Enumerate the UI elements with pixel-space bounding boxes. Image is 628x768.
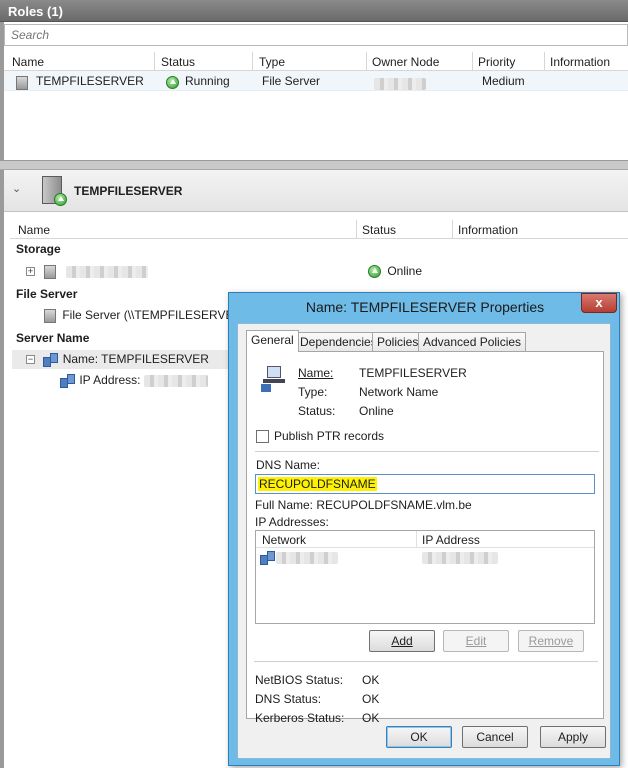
ip-address-redacted (143, 374, 208, 387)
dialog-client-area: General Dependencies Policies Advanced P… (237, 323, 611, 759)
roles-table-header: Name Status Type Owner Node Priority Inf… (4, 52, 628, 71)
roles-search-input[interactable] (5, 25, 627, 45)
tab-dependencies[interactable]: Dependencies (295, 332, 382, 351)
status-label: Status: (298, 404, 336, 418)
storage-status-label: Online (387, 264, 423, 278)
add-button[interactable]: Add (369, 630, 435, 652)
roles-panel-header: Roles (1) (0, 0, 628, 22)
file-server-name: File Server (\\TEMPFILESERVER) (62, 308, 247, 322)
roles-search-box[interactable] (4, 24, 628, 46)
detail-title: TEMPFILESERVER (74, 184, 183, 198)
type-label: Type: (298, 385, 328, 399)
col-type[interactable]: Type (259, 55, 285, 69)
col-information[interactable]: Information (458, 223, 518, 237)
tree-item-storage[interactable]: + (26, 264, 148, 279)
resources-table-header: Name Status Information (10, 220, 628, 239)
name-label: Name: (298, 366, 334, 380)
properties-dialog: Name: TEMPFILESERVER Properties x Genera… (228, 292, 620, 766)
role-status: Running (185, 74, 230, 88)
ip-address-label: IP Address: (79, 373, 141, 387)
detail-header: ⌄ TEMPFILESERVER (4, 170, 628, 212)
tree-item-ip-address[interactable]: IP Address: (60, 373, 208, 389)
network-name-label: Name: TEMPFILESERVER (62, 352, 209, 366)
cancel-button[interactable]: Cancel (462, 726, 528, 748)
roles-table: Name Status Type Owner Node Priority Inf… (4, 52, 628, 91)
online-status-icon (368, 265, 381, 279)
role-name: TEMPFILESERVER (36, 74, 144, 88)
publish-ptr-label[interactable]: Publish PTR records (274, 429, 384, 443)
resources-table: Name Status Information (10, 220, 628, 239)
divider (255, 451, 599, 452)
table-row[interactable]: TEMPFILESERVER Running File Server Mediu… (4, 71, 628, 91)
status-value: Online (359, 404, 394, 418)
dialog-title: Name: TEMPFILESERVER Properties (305, 299, 545, 315)
apply-button[interactable]: Apply (540, 726, 606, 748)
role-priority: Medium (482, 74, 525, 88)
col-name[interactable]: Name (12, 55, 44, 69)
publish-ptr-checkbox[interactable] (256, 430, 269, 443)
tab-general[interactable]: General (246, 330, 299, 352)
tab-policies[interactable]: Policies (372, 332, 424, 351)
disk-icon (44, 264, 57, 279)
tree-item-network-name[interactable]: − Name: TEMPFILESERVER (26, 352, 209, 368)
col-status[interactable]: Status (362, 223, 396, 237)
file-server-icon (44, 308, 56, 323)
ok-button[interactable]: OK (386, 726, 452, 748)
col-owner-node[interactable]: Owner Node (372, 55, 439, 69)
group-storage: Storage (16, 242, 61, 256)
group-file-server: File Server (16, 287, 78, 301)
panel-splitter[interactable] (0, 160, 628, 170)
type-value: Network Name (359, 385, 439, 399)
group-server-name: Server Name (16, 331, 90, 345)
role-type: File Server (262, 74, 321, 88)
col-priority[interactable]: Priority (478, 55, 515, 69)
collapse-icon[interactable]: − (26, 355, 35, 365)
roles-title: Roles (1) (8, 4, 63, 19)
col-status[interactable]: Status (161, 55, 195, 69)
col-information[interactable]: Information (550, 55, 610, 69)
running-status-icon (54, 193, 67, 207)
expand-icon[interactable]: + (26, 267, 35, 277)
name-value: TEMPFILESERVER (359, 366, 467, 380)
close-button[interactable]: x (581, 293, 617, 313)
dns-name-label: DNS Name: (256, 458, 321, 472)
panel-border (0, 170, 4, 768)
storage-name-redacted (65, 265, 148, 278)
col-name[interactable]: Name (18, 223, 50, 237)
network-name-resource-icon (261, 366, 287, 392)
collapse-chevron-icon[interactable]: ⌄ (12, 182, 21, 195)
storage-status: Online (368, 264, 423, 279)
tree-item-file-server[interactable]: File Server (\\TEMPFILESERVER) (44, 308, 246, 323)
general-tab-panel: Name: TEMPFILESERVER Type: Network Name … (246, 351, 604, 719)
ip-address-icon (60, 374, 75, 389)
tab-advanced-policies[interactable]: Advanced Policies (418, 332, 527, 351)
network-name-icon (43, 353, 59, 368)
